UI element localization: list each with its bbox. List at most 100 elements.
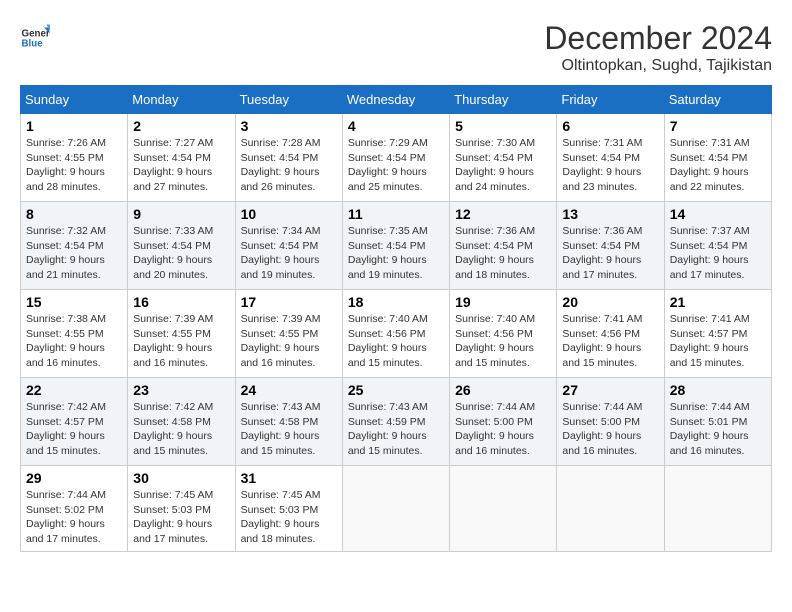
calendar-cell: 23 Sunrise: 7:42 AMSunset: 4:58 PMDayligh… <box>128 378 235 466</box>
calendar-cell: 30 Sunrise: 7:45 AMSunset: 5:03 PMDayligh… <box>128 466 235 552</box>
day-number: 4 <box>348 118 444 134</box>
calendar-cell: 19 Sunrise: 7:40 AMSunset: 4:56 PMDayligh… <box>450 290 557 378</box>
calendar-cell <box>342 466 449 552</box>
calendar-week-row: 29Sunrise: 7:44 AMSunset: 5:02 PMDayligh… <box>21 466 772 552</box>
calendar-cell: 14Sunrise: 7:37 AMSunset: 4:54 PMDayligh… <box>664 202 771 290</box>
calendar-cell: 17 Sunrise: 7:39 AMSunset: 4:55 PMDayligh… <box>235 290 342 378</box>
day-info: Sunrise: 7:31 AMSunset: 4:54 PMDaylight:… <box>670 136 766 195</box>
weekday-header: Tuesday <box>235 86 342 114</box>
title-block: December 2024 Oltintopkan, Sughd, Tajiki… <box>544 20 772 75</box>
day-info: Sunrise: 7:41 AMSunset: 4:56 PMDaylight:… <box>562 312 658 371</box>
day-number: 2 <box>133 118 229 134</box>
calendar-cell: 9Sunrise: 7:33 AMSunset: 4:54 PMDaylight… <box>128 202 235 290</box>
calendar-cell: 15 Sunrise: 7:38 AMSunset: 4:55 PMDayligh… <box>21 290 128 378</box>
day-number: 10 <box>241 206 337 222</box>
day-number: 6 <box>562 118 658 134</box>
weekday-header: Thursday <box>450 86 557 114</box>
day-info: Sunrise: 7:39 AMSunset: 4:55 PMDaylight:… <box>133 312 229 371</box>
calendar-week-row: 15 Sunrise: 7:38 AMSunset: 4:55 PMDayligh… <box>21 290 772 378</box>
day-info: Sunrise: 7:44 AMSunset: 5:00 PMDaylight:… <box>562 400 658 459</box>
day-info: Sunrise: 7:40 AMSunset: 4:56 PMDaylight:… <box>348 312 444 371</box>
logo-icon: General Blue <box>20 20 50 50</box>
calendar-cell: 18 Sunrise: 7:40 AMSunset: 4:56 PMDayligh… <box>342 290 449 378</box>
calendar-cell: 10 Sunrise: 7:34 AMSunset: 4:54 PMDayligh… <box>235 202 342 290</box>
day-info: Sunrise: 7:42 AMSunset: 4:57 PMDaylight:… <box>26 400 122 459</box>
day-info: Sunrise: 7:40 AMSunset: 4:56 PMDaylight:… <box>455 312 551 371</box>
day-number: 15 <box>26 294 122 310</box>
calendar-cell: 29Sunrise: 7:44 AMSunset: 5:02 PMDayligh… <box>21 466 128 552</box>
day-number: 18 <box>348 294 444 310</box>
weekday-header: Wednesday <box>342 86 449 114</box>
calendar-week-row: 22 Sunrise: 7:42 AMSunset: 4:57 PMDayligh… <box>21 378 772 466</box>
calendar-header-row: SundayMondayTuesdayWednesdayThursdayFrid… <box>21 86 772 114</box>
day-info: Sunrise: 7:28 AMSunset: 4:54 PMDaylight:… <box>241 136 337 195</box>
day-number: 30 <box>133 470 229 486</box>
calendar-cell <box>450 466 557 552</box>
day-info: Sunrise: 7:44 AMSunset: 5:02 PMDaylight:… <box>26 488 122 547</box>
day-info: Sunrise: 7:26 AMSunset: 4:55 PMDaylight:… <box>26 136 122 195</box>
day-info: Sunrise: 7:32 AMSunset: 4:54 PMDaylight:… <box>26 224 122 283</box>
month-title: December 2024 <box>544 20 772 57</box>
day-number: 14 <box>670 206 766 222</box>
day-number: 5 <box>455 118 551 134</box>
day-info: Sunrise: 7:43 AMSunset: 4:58 PMDaylight:… <box>241 400 337 459</box>
calendar-cell: 4 Sunrise: 7:29 AMSunset: 4:54 PMDaylight… <box>342 114 449 202</box>
day-number: 3 <box>241 118 337 134</box>
day-number: 24 <box>241 382 337 398</box>
day-info: Sunrise: 7:36 AMSunset: 4:54 PMDaylight:… <box>455 224 551 283</box>
weekday-header: Sunday <box>21 86 128 114</box>
day-info: Sunrise: 7:33 AMSunset: 4:54 PMDaylight:… <box>133 224 229 283</box>
calendar-cell: 16 Sunrise: 7:39 AMSunset: 4:55 PMDayligh… <box>128 290 235 378</box>
calendar-cell: 7 Sunrise: 7:31 AMSunset: 4:54 PMDaylight… <box>664 114 771 202</box>
day-info: Sunrise: 7:34 AMSunset: 4:54 PMDaylight:… <box>241 224 337 283</box>
day-info: Sunrise: 7:27 AMSunset: 4:54 PMDaylight:… <box>133 136 229 195</box>
calendar-cell <box>557 466 664 552</box>
calendar-week-row: 8 Sunrise: 7:32 AMSunset: 4:54 PMDaylight… <box>21 202 772 290</box>
day-info: Sunrise: 7:29 AMSunset: 4:54 PMDaylight:… <box>348 136 444 195</box>
day-info: Sunrise: 7:45 AMSunset: 5:03 PMDaylight:… <box>133 488 229 547</box>
calendar-cell: 31 Sunrise: 7:45 AMSunset: 5:03 PMDayligh… <box>235 466 342 552</box>
day-info: Sunrise: 7:36 AMSunset: 4:54 PMDaylight:… <box>562 224 658 283</box>
day-info: Sunrise: 7:44 AMSunset: 5:00 PMDaylight:… <box>455 400 551 459</box>
day-number: 1 <box>26 118 122 134</box>
calendar-table: SundayMondayTuesdayWednesdayThursdayFrid… <box>20 85 772 552</box>
day-info: Sunrise: 7:45 AMSunset: 5:03 PMDaylight:… <box>241 488 337 547</box>
calendar-cell <box>664 466 771 552</box>
calendar-cell: 20 Sunrise: 7:41 AMSunset: 4:56 PMDayligh… <box>557 290 664 378</box>
day-info: Sunrise: 7:30 AMSunset: 4:54 PMDaylight:… <box>455 136 551 195</box>
calendar-cell: 26Sunrise: 7:44 AMSunset: 5:00 PMDayligh… <box>450 378 557 466</box>
logo: General Blue <box>20 20 50 50</box>
day-number: 20 <box>562 294 658 310</box>
day-info: Sunrise: 7:35 AMSunset: 4:54 PMDaylight:… <box>348 224 444 283</box>
day-info: Sunrise: 7:42 AMSunset: 4:58 PMDaylight:… <box>133 400 229 459</box>
day-number: 17 <box>241 294 337 310</box>
day-number: 11 <box>348 206 444 222</box>
location: Oltintopkan, Sughd, Tajikistan <box>544 57 772 75</box>
calendar-cell: 3 Sunrise: 7:28 AMSunset: 4:54 PMDaylight… <box>235 114 342 202</box>
day-number: 28 <box>670 382 766 398</box>
svg-text:Blue: Blue <box>22 38 44 49</box>
day-number: 7 <box>670 118 766 134</box>
calendar-cell: 11 Sunrise: 7:35 AMSunset: 4:54 PMDayligh… <box>342 202 449 290</box>
calendar-week-row: 1 Sunrise: 7:26 AMSunset: 4:55 PMDaylight… <box>21 114 772 202</box>
calendar-cell: 28 Sunrise: 7:44 AMSunset: 5:01 PMDayligh… <box>664 378 771 466</box>
day-number: 19 <box>455 294 551 310</box>
calendar-cell: 13Sunrise: 7:36 AMSunset: 4:54 PMDayligh… <box>557 202 664 290</box>
day-number: 25 <box>348 382 444 398</box>
calendar-cell: 8 Sunrise: 7:32 AMSunset: 4:54 PMDaylight… <box>21 202 128 290</box>
day-number: 8 <box>26 206 122 222</box>
calendar-cell: 22 Sunrise: 7:42 AMSunset: 4:57 PMDayligh… <box>21 378 128 466</box>
day-number: 22 <box>26 382 122 398</box>
day-info: Sunrise: 7:43 AMSunset: 4:59 PMDaylight:… <box>348 400 444 459</box>
day-number: 31 <box>241 470 337 486</box>
day-info: Sunrise: 7:38 AMSunset: 4:55 PMDaylight:… <box>26 312 122 371</box>
calendar-cell: 1 Sunrise: 7:26 AMSunset: 4:55 PMDaylight… <box>21 114 128 202</box>
calendar-cell: 6Sunrise: 7:31 AMSunset: 4:54 PMDaylight… <box>557 114 664 202</box>
calendar-cell: 27Sunrise: 7:44 AMSunset: 5:00 PMDayligh… <box>557 378 664 466</box>
day-info: Sunrise: 7:44 AMSunset: 5:01 PMDaylight:… <box>670 400 766 459</box>
day-info: Sunrise: 7:39 AMSunset: 4:55 PMDaylight:… <box>241 312 337 371</box>
day-number: 12 <box>455 206 551 222</box>
day-number: 16 <box>133 294 229 310</box>
day-number: 23 <box>133 382 229 398</box>
calendar-cell: 12 Sunrise: 7:36 AMSunset: 4:54 PMDayligh… <box>450 202 557 290</box>
